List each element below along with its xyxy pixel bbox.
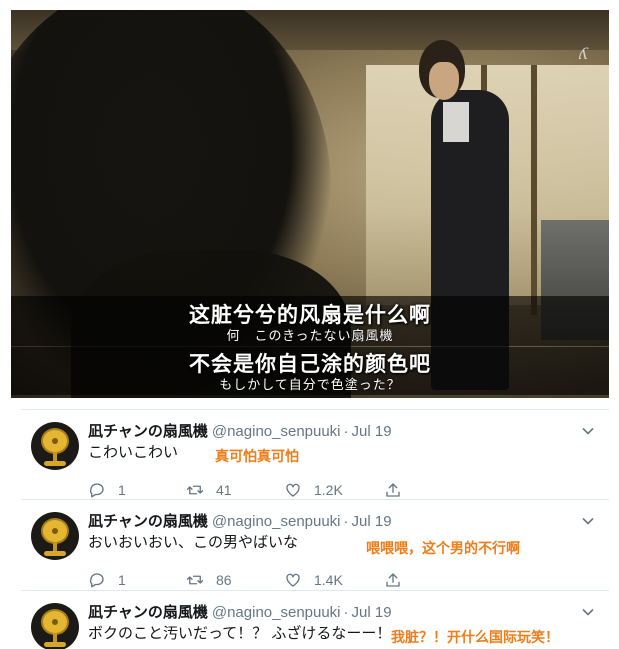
avatar[interactable] [31, 422, 79, 470]
tweet-actions: 1 86 1.4K [88, 570, 488, 590]
fan-hub [52, 619, 58, 625]
separator: · [343, 513, 349, 530]
fan-hub [52, 528, 58, 534]
tweet-date[interactable]: Jul 19 [352, 423, 392, 440]
fan-hub [52, 438, 58, 444]
user-handle[interactable]: @nagino_senpuuki [212, 423, 341, 440]
reply-count: 1 [118, 482, 126, 498]
tweet[interactable]: 凪チャンの扇風機 @nagino_senpuuki · Jul 19 おいおいおい、こ… [21, 499, 609, 590]
reply-icon [89, 573, 104, 588]
chevron-down-icon[interactable] [579, 514, 597, 532]
share-icon [386, 483, 400, 497]
translation-annotation: 我脏？！开什么国际玩笑！ [391, 629, 559, 645]
man-face [429, 62, 459, 100]
tweet-text: ボクのこと汚いだって！？ ふざけるなーー！ [88, 625, 392, 642]
subtitle-jp-1: 何 このきったない扇風機 [226, 328, 394, 343]
tweet-date[interactable]: Jul 19 [352, 513, 392, 530]
retweet-button[interactable]: 86 [186, 570, 232, 590]
tweet-date[interactable]: Jul 19 [352, 604, 392, 621]
separator: · [343, 423, 349, 440]
retweet-count: 86 [216, 572, 232, 588]
page: ʎ 这脏兮兮的风扇是什么啊 何 このきったない扇風機 不会是你自己涂的颜色吧 も… [0, 0, 619, 649]
drama-screenshot: ʎ 这脏兮兮的风扇是什么啊 何 このきったない扇風機 不会是你自己涂的颜色吧 も… [11, 10, 609, 398]
fan-base [44, 642, 66, 647]
tweet-header: 凪チャンの扇風機 @nagino_senpuuki · Jul 19 [88, 512, 392, 532]
tweet-text: おいおいおい、この男やばいな [88, 534, 299, 551]
retweet-icon [186, 575, 204, 585]
display-name[interactable]: 凪チャンの扇風機 [88, 513, 208, 530]
tweet-header: 凪チャンの扇風機 @nagino_senpuuki · Jul 19 [88, 422, 392, 442]
display-name[interactable]: 凪チャンの扇風機 [88, 423, 208, 440]
fan-base [44, 551, 66, 556]
display-name[interactable]: 凪チャンの扇風機 [88, 604, 208, 621]
like-button[interactable]: 1.4K [284, 570, 343, 590]
user-handle[interactable]: @nagino_senpuuki [212, 604, 341, 621]
reply-icon [89, 483, 104, 498]
tweet[interactable]: 凪チャンの扇風機 @nagino_senpuuki · Jul 19 ボクのこと汚いだ… [21, 590, 609, 649]
subtitle-jp-2: もしかして自分で色塗った？ [219, 377, 401, 392]
user-handle[interactable]: @nagino_senpuuki [212, 513, 341, 530]
translation-annotation: 喂喂喂，这个男的不行啊 [366, 540, 520, 556]
man-collar [443, 102, 469, 142]
translation-annotation: 真可怕真可怕 [215, 448, 299, 464]
avatar[interactable] [31, 512, 79, 560]
window-frame [531, 65, 537, 315]
heart-icon [286, 573, 300, 587]
separator: · [343, 604, 349, 621]
reply-button[interactable]: 1 [88, 570, 126, 590]
like-button[interactable]: 1.2K [284, 480, 343, 500]
fan-base [44, 461, 66, 466]
tweet-actions: 1 41 1.2K [88, 480, 488, 500]
share-button[interactable] [384, 570, 414, 590]
avatar[interactable] [31, 603, 79, 649]
channel-watermark: ʎ [579, 44, 589, 63]
retweet-button[interactable]: 41 [186, 480, 232, 500]
chevron-down-icon[interactable] [579, 424, 597, 442]
like-count: 1.4K [314, 572, 343, 588]
retweet-icon [186, 485, 204, 495]
share-icon [386, 573, 400, 587]
share-button[interactable] [384, 480, 414, 500]
tweet-text: こわいこわい [88, 444, 179, 461]
tweet-header: 凪チャンの扇風機 @nagino_senpuuki · Jul 19 [88, 603, 392, 623]
reply-count: 1 [118, 572, 126, 588]
retweet-count: 41 [216, 482, 232, 498]
reply-button[interactable]: 1 [88, 480, 126, 500]
chevron-down-icon[interactable] [579, 605, 597, 623]
tweet[interactable]: 凪チャンの扇風機 @nagino_senpuuki · Jul 19 こわいこわい 真… [21, 409, 609, 499]
heart-icon [286, 483, 300, 497]
like-count: 1.2K [314, 482, 343, 498]
